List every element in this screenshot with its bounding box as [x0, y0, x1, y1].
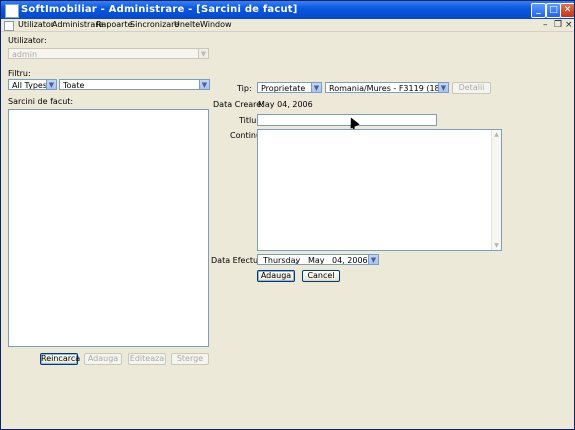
cancel-button[interactable]: Cancel: [302, 270, 340, 282]
menu-unelte[interactable]: Unelte: [174, 20, 200, 29]
mdi-close-button[interactable]: ×: [565, 20, 573, 30]
date-day-year[interactable]: 04, 2006: [332, 255, 368, 264]
property-value: Romania/Mures - F3119 (185000 EUI: [329, 84, 448, 93]
chevron-down-icon[interactable]: ▼: [199, 80, 209, 89]
client-area: Utilizator: admin ▼ Filtru: All Types ▼ …: [1, 32, 574, 429]
tasks-list[interactable]: [8, 109, 209, 347]
date-picker[interactable]: Thursday , May 04, 2006 ▼: [257, 254, 379, 265]
filtru-label: Filtru:: [8, 69, 31, 78]
titlu-label: Titlu:: [239, 116, 259, 125]
filter-type-value: All Types: [12, 81, 48, 90]
filter-scope-combo[interactable]: Toate ▼: [59, 79, 210, 90]
reload-button[interactable]: Reincarca: [40, 353, 80, 365]
tip-label: Tip:: [237, 84, 252, 93]
delete-task-button[interactable]: Sterge: [171, 353, 209, 365]
app-icon: [5, 4, 19, 18]
menu-window[interactable]: Window: [200, 20, 232, 29]
data-creare-label: Data Creare:: [213, 100, 264, 109]
edit-task-button[interactable]: Editeaza: [128, 353, 166, 365]
utilizator-label: Utilizator:: [8, 36, 47, 45]
mdi-minimize-button[interactable]: –: [543, 20, 548, 30]
continut-textarea[interactable]: ▲ ▼: [257, 129, 502, 251]
document-icon[interactable]: [4, 21, 14, 31]
add-button[interactable]: Adauga: [257, 270, 295, 282]
minimize-button[interactable]: _: [531, 3, 546, 18]
utilizator-value: admin: [12, 50, 38, 59]
window-title: SoftImobiliar - Administrare - [Sarcini …: [21, 4, 298, 15]
maximize-button[interactable]: □: [546, 3, 561, 18]
date-separator: ,: [295, 256, 298, 265]
property-combo[interactable]: Romania/Mures - F3119 (185000 EUI ▼: [325, 82, 449, 93]
chevron-down-icon: ▼: [198, 49, 208, 58]
continut-scrollbar[interactable]: ▲ ▼: [491, 130, 501, 250]
mdi-restore-button[interactable]: ❐: [554, 20, 562, 30]
title-bar[interactable]: SoftImobiliar - Administrare - [Sarcini …: [1, 1, 574, 19]
tip-value: Proprietate: [261, 84, 306, 93]
menu-bar: Utilizator Administrare Rapoarte Sincron…: [1, 19, 574, 32]
chevron-down-icon[interactable]: ▼: [311, 83, 321, 92]
details-button[interactable]: Detalii: [452, 82, 491, 94]
utilizator-combo: admin ▼: [8, 48, 209, 59]
chevron-down-icon[interactable]: ▼: [46, 80, 56, 89]
menu-utilizator[interactable]: Utilizator: [18, 20, 54, 29]
tasks-label: Sarcini de facut:: [8, 97, 74, 106]
filter-scope-value: Toate: [63, 81, 85, 90]
close-button[interactable]: ✕: [560, 3, 574, 18]
menu-sincronizare[interactable]: Sincronizare: [130, 20, 179, 29]
scroll-down-icon[interactable]: ▼: [492, 241, 501, 250]
data-creare-value: May 04, 2006: [258, 100, 313, 109]
tip-combo[interactable]: Proprietate ▼: [257, 82, 322, 93]
chevron-down-icon[interactable]: ▼: [438, 83, 448, 92]
scroll-up-icon[interactable]: ▲: [492, 130, 501, 139]
date-month[interactable]: May: [308, 255, 325, 264]
chevron-down-icon[interactable]: ▼: [368, 255, 378, 264]
app-window: SoftImobiliar - Administrare - [Sarcini …: [0, 0, 575, 430]
filter-type-combo[interactable]: All Types ▼: [8, 79, 57, 90]
menu-rapoarte[interactable]: Rapoarte: [96, 20, 133, 29]
add-task-button[interactable]: Adauga: [84, 353, 122, 365]
